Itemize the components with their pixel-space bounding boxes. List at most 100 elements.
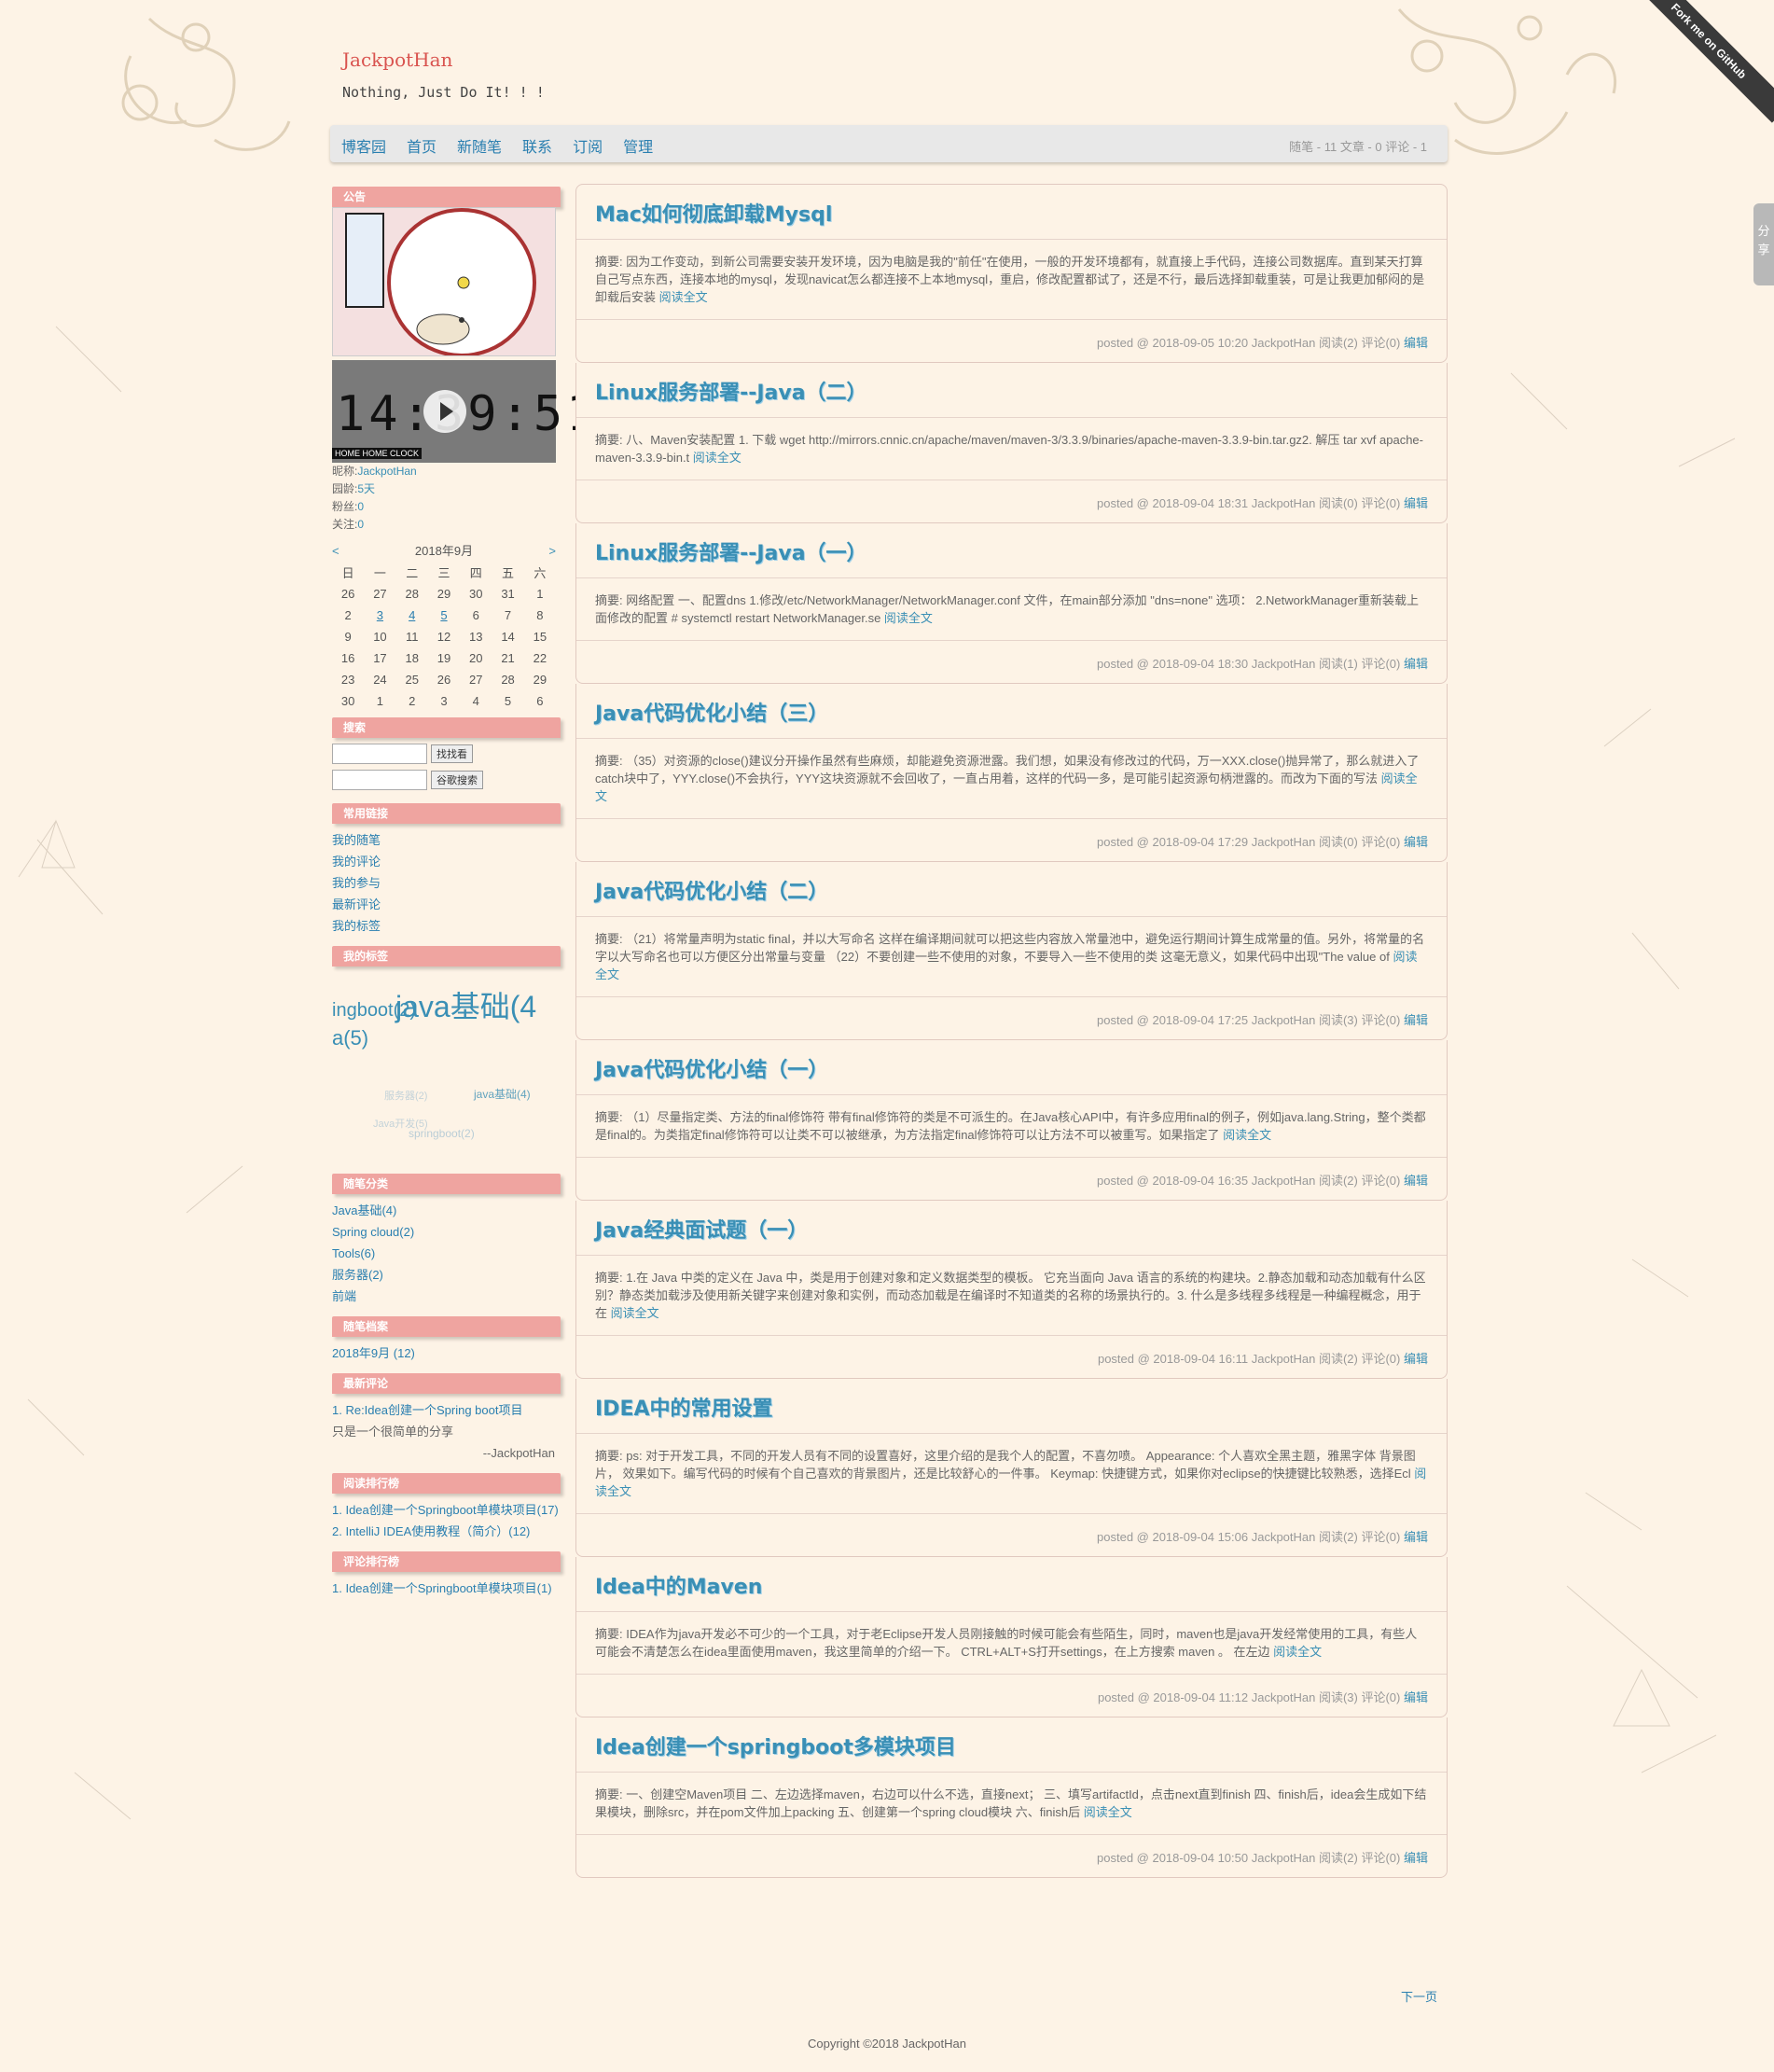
edit-link[interactable]: 编辑 <box>1404 657 1428 671</box>
edit-link[interactable]: 编辑 <box>1404 336 1428 350</box>
edit-link[interactable]: 编辑 <box>1404 496 1428 510</box>
read-rank-item[interactable]: 2. IntelliJ IDEA使用教程（简介）(12) <box>332 1521 561 1542</box>
google-search-input[interactable] <box>332 770 427 790</box>
tag-cloud-item[interactable]: java基础(4) <box>474 1086 531 1102</box>
read-more-link[interactable]: 阅读全文 <box>659 290 708 304</box>
calendar-day: 10 <box>373 630 387 644</box>
post-meta: posted @ 2018-09-04 18:30 JackpotHan 阅读(… <box>576 641 1447 683</box>
edit-link[interactable]: 编辑 <box>1404 1530 1428 1544</box>
blog-title[interactable]: JackpotHan <box>342 49 545 71</box>
edit-link[interactable]: 编辑 <box>1404 1013 1428 1027</box>
common-link[interactable]: 我的评论 <box>332 851 561 872</box>
category-link[interactable]: 前端 <box>332 1286 561 1307</box>
nav-item-admin[interactable]: 管理 <box>623 134 653 157</box>
post-title[interactable]: Java代码优化小结（一） <box>576 1040 1447 1095</box>
archive-link[interactable]: 2018年9月 (12) <box>332 1342 561 1364</box>
post-meta: posted @ 2018-09-05 10:20 JackpotHan 阅读(… <box>576 320 1447 362</box>
calendar-weekday: 二 <box>406 566 419 580</box>
clock-widget[interactable]: 14:39:51 HOME HOME CLOCK <box>332 360 595 463</box>
calendar-day: 2 <box>344 608 352 622</box>
post-meta: posted @ 2018-09-04 16:35 JackpotHan 阅读(… <box>576 1158 1447 1200</box>
category-link[interactable]: 服务器(2) <box>332 1264 561 1286</box>
calendar-day: 19 <box>437 651 451 665</box>
post-meta: posted @ 2018-09-04 10:50 JackpotHan 阅读(… <box>576 1835 1447 1877</box>
read-more-link[interactable]: 阅读全文 <box>1084 1805 1132 1819</box>
category-link[interactable]: Tools(6) <box>332 1243 561 1264</box>
tag-cloud-item[interactable]: 服务器(2) <box>384 1088 427 1103</box>
calendar-day[interactable]: 4 <box>396 605 428 626</box>
post-meta-text: posted @ 2018-09-04 16:35 JackpotHan 阅读(… <box>1097 1174 1404 1188</box>
clock-label: HOME HOME CLOCK <box>332 448 423 459</box>
post-summary-text: 摘要: 因为工作变动，到新公司需要安装开发环境，因为电脑是我的"前任"在使用，一… <box>595 255 1425 304</box>
comment-title[interactable]: 1. Re:Idea创建一个Spring boot项目 <box>332 1399 561 1421</box>
next-page-link[interactable]: 下一页 <box>1401 1987 1437 2005</box>
calendar-day: 24 <box>373 673 387 687</box>
google-search-button[interactable]: 谷歌搜索 <box>431 771 483 789</box>
hamster-widget[interactable] <box>332 207 556 356</box>
calendar-day: 6 <box>536 694 544 708</box>
read-rank-heading: 阅读排行榜 <box>332 1473 561 1494</box>
calendar-day[interactable]: 3 <box>364 605 395 626</box>
common-link[interactable]: 我的参与 <box>332 872 561 894</box>
search-input[interactable] <box>332 744 427 764</box>
post-summary: 摘要: 八、Maven安装配置 1. 下载 wget http://mirror… <box>576 418 1447 480</box>
post-summary-text: 摘要: ps: 对于开发工具，不同的开发人员有不同的设置喜好，这里介绍的是我个人… <box>595 1449 1416 1481</box>
post-title[interactable]: IDEA中的常用设置 <box>576 1379 1447 1434</box>
nav-item-contact[interactable]: 联系 <box>522 134 552 157</box>
calendar-day[interactable]: 5 <box>428 605 460 626</box>
calendar-week: 26 27 28 29 30 31 1 <box>332 583 556 605</box>
read-more-link[interactable]: 阅读全文 <box>1223 1128 1271 1142</box>
sidebar: 公告 14:39:51 HOME HOME CLOCK 昵称:JackpotHa… <box>332 187 595 1599</box>
post-title[interactable]: Java经典面试题（一） <box>576 1201 1447 1256</box>
read-more-link[interactable]: 阅读全文 <box>1273 1645 1322 1659</box>
read-more-link[interactable]: 阅读全文 <box>611 1306 659 1320</box>
share-tab[interactable]: 分享 <box>1753 203 1774 285</box>
post-summary-text: 摘要: （21）将常量声明为static final，并以大写命名 这样在编译期… <box>595 932 1425 964</box>
post-title[interactable]: Java代码优化小结（三） <box>576 684 1447 739</box>
post-meta-text: posted @ 2018-09-04 15:06 JackpotHan 阅读(… <box>1097 1530 1404 1544</box>
post-summary-text: 摘要: （35）对资源的close()建议分开操作虽然有些麻烦，却能避免资源泄露… <box>595 754 1420 786</box>
post-meta-text: posted @ 2018-09-05 10:20 JackpotHan 阅读(… <box>1097 336 1404 350</box>
nav-item-cnblogs[interactable]: 博客园 <box>341 134 386 157</box>
search-button[interactable]: 找找看 <box>431 744 473 763</box>
edit-link[interactable]: 编辑 <box>1404 1690 1428 1704</box>
common-link[interactable]: 我的标签 <box>332 915 561 937</box>
read-rank-item[interactable]: 1. Idea创建一个Springboot单模块项目(17) <box>332 1499 561 1521</box>
post-title[interactable]: Mac如何彻底卸载Mysql <box>576 185 1447 240</box>
category-link[interactable]: Spring cloud(2) <box>332 1221 561 1243</box>
read-more-link[interactable]: 阅读全文 <box>884 611 933 625</box>
edit-link[interactable]: 编辑 <box>1404 835 1428 849</box>
nav-item-home[interactable]: 首页 <box>407 134 437 157</box>
post-title[interactable]: Linux服务部署--Java（一） <box>576 523 1447 578</box>
read-more-link[interactable]: 阅读全文 <box>693 451 741 465</box>
tag-cloud-fragment[interactable]: a(5) <box>332 1026 368 1050</box>
tag-cloud-big[interactable]: java基础(4 <box>395 983 536 1026</box>
calendar-day: 27 <box>469 673 483 687</box>
github-ribbon[interactable]: Fork me on GitHub <box>1627 0 1774 123</box>
calendar-day: 18 <box>405 651 419 665</box>
nav-item-new-post[interactable]: 新随笔 <box>457 134 502 157</box>
calendar-title: 2018年9月 <box>414 544 474 558</box>
post-title[interactable]: Linux服务部署--Java（二） <box>576 363 1447 418</box>
comment-rank-item[interactable]: 1. Idea创建一个Springboot单模块项目(1) <box>332 1578 561 1599</box>
tag-cloud-item[interactable]: springboot(2) <box>409 1127 475 1140</box>
post-meta-text: posted @ 2018-09-04 10:50 JackpotHan 阅读(… <box>1097 1851 1404 1865</box>
post-summary-text: 摘要: 网络配置 一、配置dns 1.修改/etc/NetworkManager… <box>595 593 1420 625</box>
calendar-prev[interactable]: < <box>332 541 340 562</box>
post-title[interactable]: Idea创建一个springboot多模块项目 <box>576 1717 1447 1773</box>
common-link[interactable]: 最新评论 <box>332 894 561 915</box>
nav-item-subscribe[interactable]: 订阅 <box>573 134 603 157</box>
category-link[interactable]: Java基础(4) <box>332 1200 561 1221</box>
links-heading: 常用链接 <box>332 803 561 824</box>
common-link[interactable]: 我的随笔 <box>332 829 561 851</box>
post-title[interactable]: Java代码优化小结（二） <box>576 862 1447 917</box>
edit-link[interactable]: 编辑 <box>1404 1174 1428 1188</box>
calendar-week: 9 10 11 12 13 14 15 <box>332 626 556 647</box>
edit-link[interactable]: 编辑 <box>1404 1851 1428 1865</box>
hamster-illustration <box>333 208 555 355</box>
post-title[interactable]: Idea中的Maven <box>576 1557 1447 1612</box>
play-icon[interactable] <box>423 390 466 433</box>
calendar-day: 2 <box>409 694 416 708</box>
edit-link[interactable]: 编辑 <box>1404 1352 1428 1366</box>
calendar-next[interactable]: > <box>548 541 556 562</box>
